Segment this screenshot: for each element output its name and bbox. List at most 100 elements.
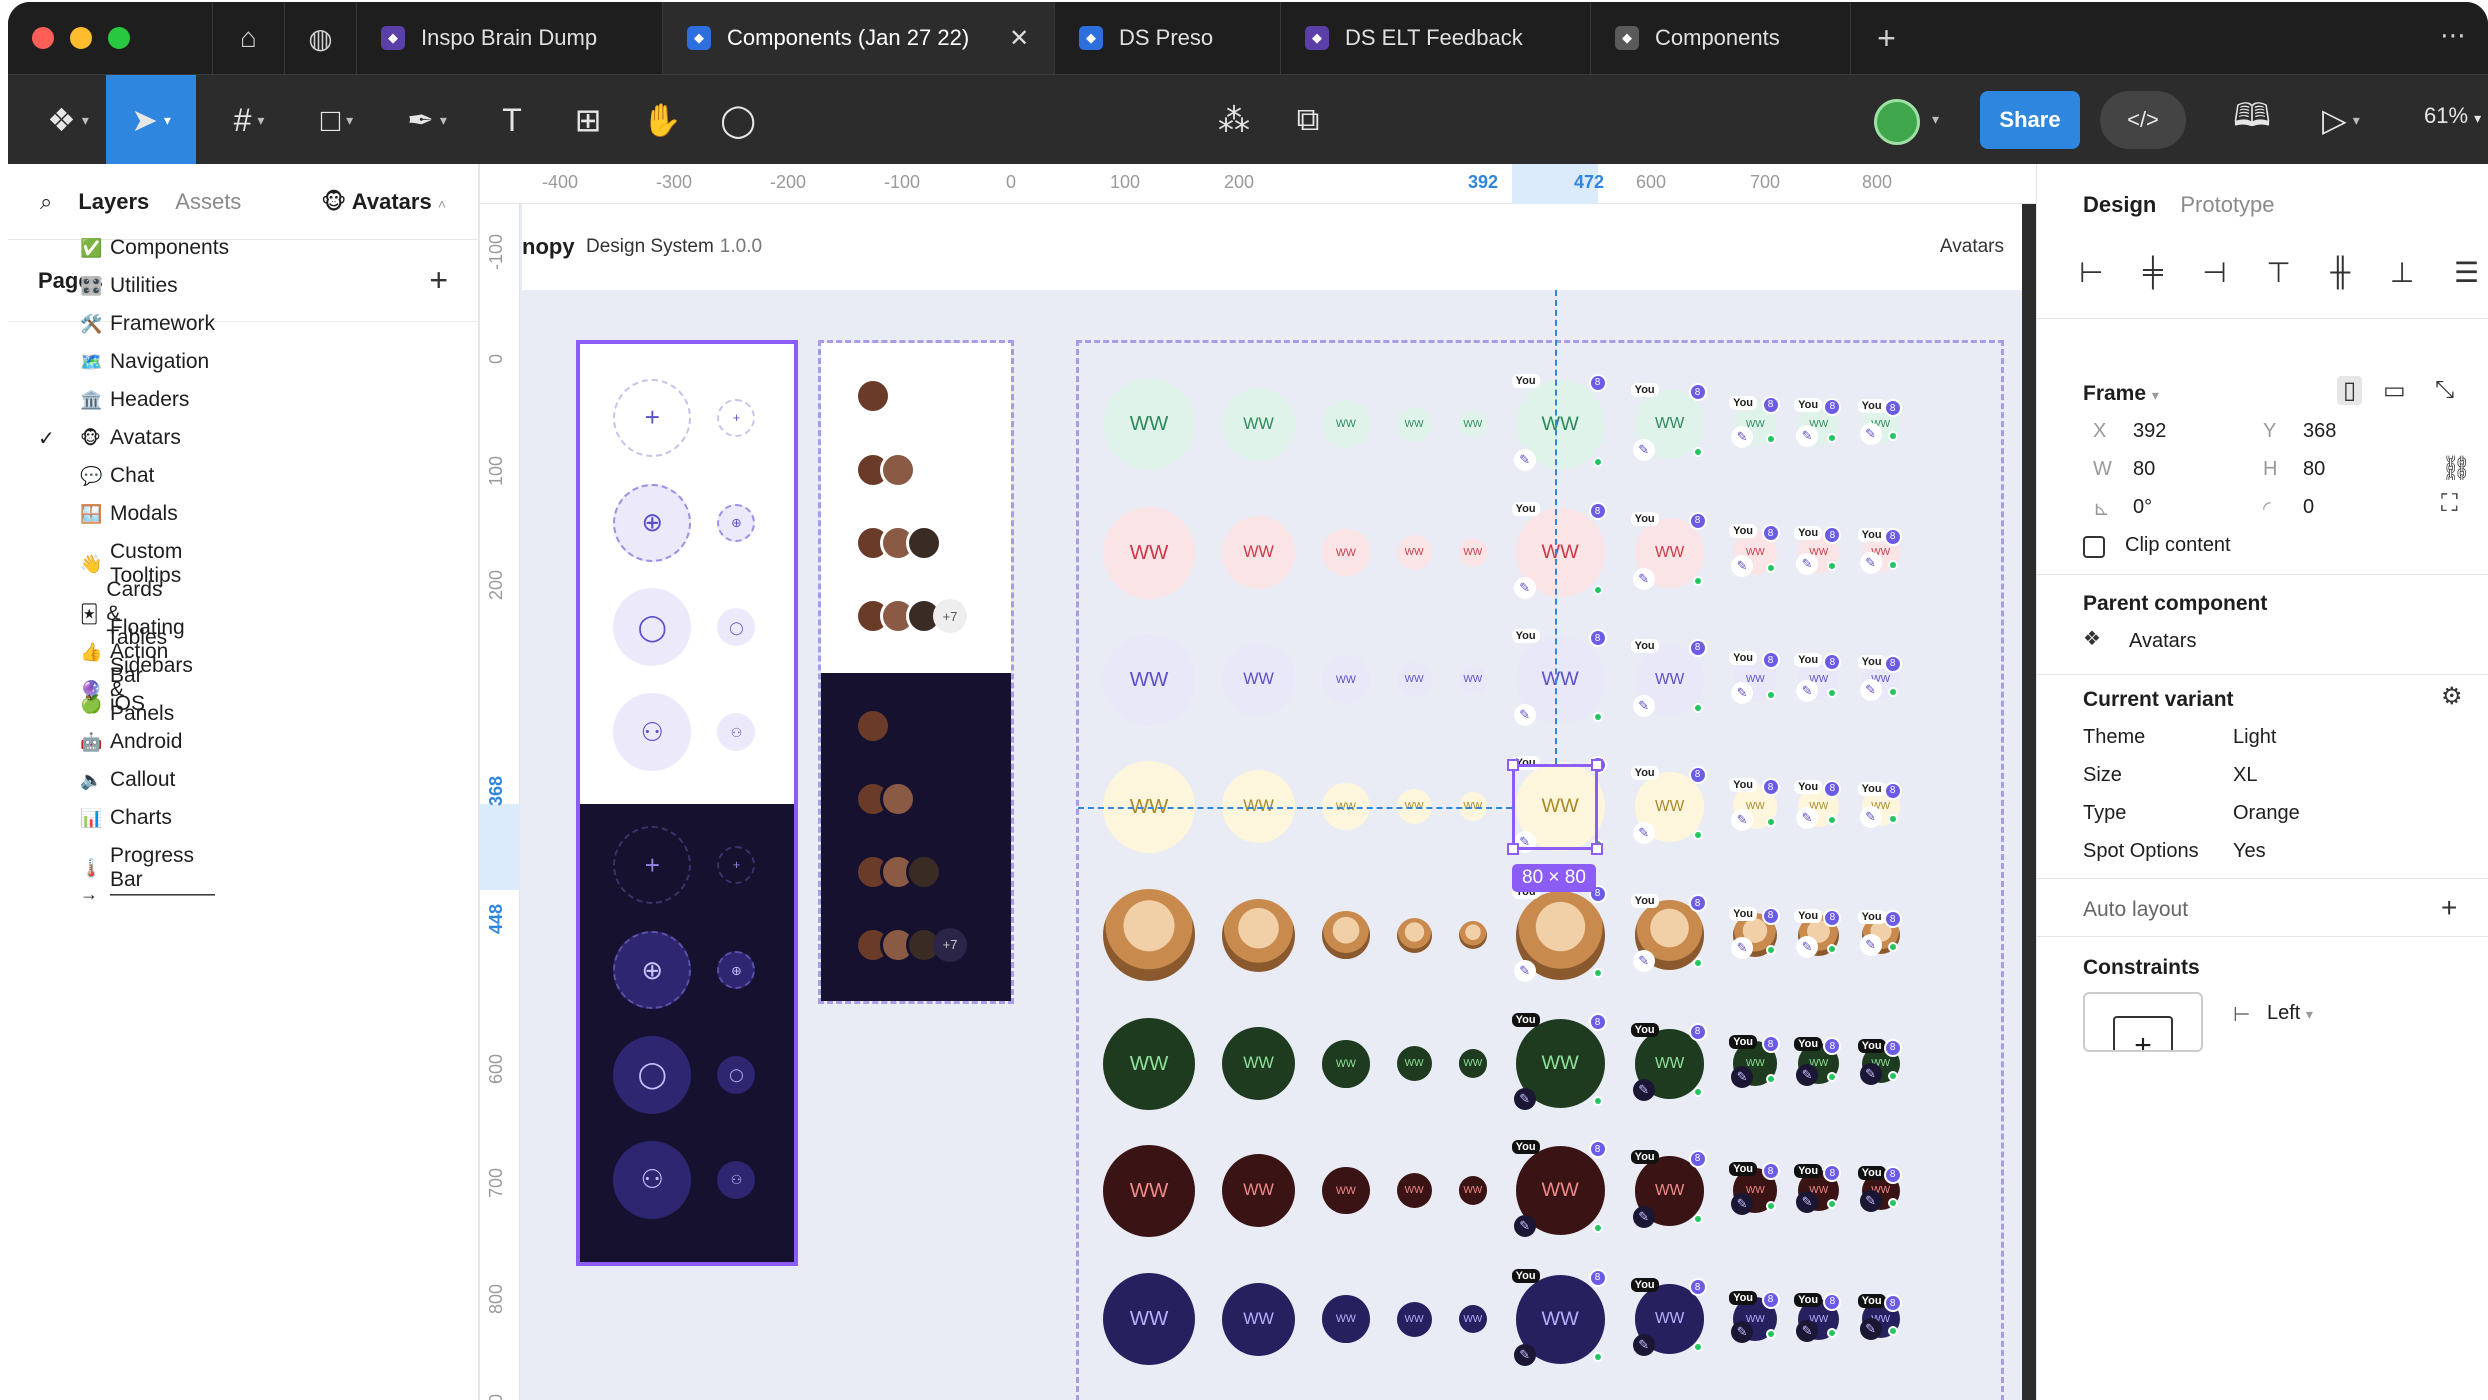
present-button[interactable]: ▷ ▾ [2306, 75, 2376, 165]
avatar[interactable]: WW [1222, 516, 1296, 590]
avatar-placeholder[interactable]: ◯ [717, 1055, 756, 1094]
page-item[interactable]: 🪟 Modals [80, 502, 178, 526]
page-item[interactable]: 🏛️ Headers [80, 388, 189, 412]
close-window-button[interactable] [32, 27, 54, 49]
rotation-input[interactable]: 0° [2133, 496, 2152, 519]
edit-pencil-icon[interactable]: ✎ [1513, 1088, 1536, 1111]
y-input[interactable]: 368 [2303, 420, 2336, 443]
edit-pencil-icon[interactable]: ✎ [1859, 934, 1882, 957]
page-item[interactable]: ✅ Components [80, 236, 229, 260]
edit-pencil-icon[interactable]: ✎ [1859, 678, 1882, 701]
edit-pencil-icon[interactable]: ✎ [1513, 577, 1536, 600]
avatar-add-frame[interactable] [576, 340, 798, 1266]
avatar-placeholder[interactable]: ⚇ [717, 1160, 756, 1199]
edit-pencil-icon[interactable]: ✎ [1632, 1078, 1655, 1101]
edit-pencil-icon[interactable]: ✎ [1513, 448, 1536, 471]
tab-inspo-brain-dump[interactable]: ◆ Inspo Brain Dump [356, 2, 662, 74]
move-tool-button[interactable]: ➤ ▾ [106, 75, 196, 165]
canvas[interactable]: -400 -300 -200 -100 0 100 200 392 472 60… [480, 164, 2036, 1400]
edit-pencil-icon[interactable]: ✎ [1859, 423, 1882, 446]
avatar-placeholder[interactable]: ⚇ [613, 1140, 692, 1219]
parent-component-link[interactable]: Avatars [2129, 630, 2196, 653]
height-input[interactable]: 80 [2303, 458, 2325, 481]
minimize-window-button[interactable] [70, 27, 92, 49]
zoom-level[interactable]: 61% ▾ [2424, 103, 2481, 129]
edit-pencil-icon[interactable]: ✎ [1859, 1318, 1882, 1341]
avatar[interactable]: WW [1103, 1144, 1196, 1237]
edit-pencil-icon[interactable]: ✎ [1731, 1192, 1754, 1215]
tab-design[interactable]: Design [2083, 192, 2156, 218]
variant-settings-icon[interactable]: ⚙ [2441, 682, 2463, 711]
avatar[interactable]: WW [1222, 387, 1296, 461]
home-icon[interactable]: ⌂ [212, 2, 284, 74]
close-tab-icon[interactable]: ✕ [1009, 24, 1029, 53]
hand-tool-button[interactable]: ✋ [632, 75, 692, 165]
avatar[interactable]: WW [1222, 1027, 1296, 1101]
page-item[interactable]: 🐵 Avatars [80, 426, 181, 450]
pen-tool-button[interactable]: ✒ ▾ [392, 75, 462, 165]
tab-ds-elt-feedback[interactable]: ◆ DS ELT Feedback [1280, 2, 1590, 74]
align-center-horizontal-icon[interactable]: ╪ [2143, 256, 2163, 289]
avatar[interactable]: WW [1396, 406, 1432, 442]
resources-button[interactable]: ⊞ [558, 75, 618, 165]
add-avatar-button[interactable]: + [717, 398, 756, 437]
tab-prototype[interactable]: Prototype [2180, 192, 2274, 218]
avatar[interactable]: WW [1458, 665, 1488, 694]
avatar[interactable]: WW [1322, 1039, 1370, 1088]
edit-pencil-icon[interactable]: ✎ [1859, 1189, 1882, 1212]
tab-components[interactable]: ◆ Components [1590, 2, 1850, 74]
edit-pencil-icon[interactable]: ✎ [1513, 1215, 1536, 1238]
horizontal-constraint-select[interactable]: Left ▾ [2267, 1002, 2313, 1025]
avatar[interactable]: WW [1322, 1295, 1370, 1343]
community-globe-icon[interactable]: ◍ [284, 2, 356, 74]
edit-pencil-icon[interactable]: ✎ [1796, 424, 1819, 447]
frame-section-title[interactable]: Frame ▾ [2083, 382, 2159, 406]
edit-pencil-icon[interactable]: ✎ [1859, 1062, 1882, 1085]
align-top-icon[interactable]: ⊤ [2266, 256, 2290, 289]
align-center-vertical-icon[interactable]: ╫ [2330, 256, 2350, 289]
avatar[interactable]: WW [1322, 655, 1370, 704]
library-button[interactable]: 🕮 [2222, 75, 2282, 165]
resize-to-fit-icon[interactable]: ⤡ [2435, 376, 2454, 404]
edit-pencil-icon[interactable]: ✎ [1731, 554, 1754, 577]
edit-pencil-icon[interactable]: ✎ [1632, 439, 1655, 462]
avatar-stack-frame[interactable] [818, 340, 1014, 1004]
avatar[interactable]: WW [1458, 1176, 1488, 1205]
avatar[interactable]: WW [1222, 1282, 1296, 1356]
edit-pencil-icon[interactable]: ✎ [1796, 935, 1819, 958]
page-item[interactable]: 📊 Charts [80, 806, 172, 830]
current-page-selector[interactable]: 🐵 Avatars ˄ [321, 189, 446, 215]
avatar[interactable] [1222, 898, 1296, 972]
independent-corners-icon[interactable]: ⛶ [2441, 490, 2458, 518]
edit-pencil-icon[interactable]: ✎ [1632, 950, 1655, 973]
align-left-icon[interactable]: ⊢ [2079, 256, 2103, 289]
avatar[interactable]: WW [1103, 1273, 1196, 1366]
page-item[interactable]: 🍏 iOS [80, 692, 145, 716]
avatar[interactable] [1874, 99, 1920, 145]
add-page-button[interactable]: + [429, 262, 448, 299]
resize-handle[interactable] [1507, 759, 1519, 771]
page-item[interactable]: 🤖 Android [80, 730, 182, 754]
page-item[interactable]: 💬 Chat [80, 464, 154, 488]
avatar[interactable]: WW [1396, 1046, 1432, 1082]
avatar[interactable]: WW [1103, 378, 1196, 471]
constraint-widget[interactable]: + [2083, 992, 2203, 1052]
x-input[interactable]: 392 [2133, 420, 2166, 443]
avatar-placeholder[interactable]: ⊕ [613, 931, 692, 1010]
edit-pencil-icon[interactable]: ✎ [1513, 704, 1536, 727]
edit-pencil-icon[interactable]: ✎ [1632, 694, 1655, 717]
constrain-proportions-icon[interactable]: ⛓ [2441, 454, 2471, 483]
edit-pencil-icon[interactable]: ✎ [1796, 1319, 1819, 1342]
component-button[interactable]: ⁂ [1204, 75, 1264, 165]
corner-radius-input[interactable]: 0 [2303, 496, 2314, 519]
edit-pencil-icon[interactable]: ✎ [1731, 681, 1754, 704]
tab-ds-preso[interactable]: ◆ DS Preso [1054, 2, 1280, 74]
tab-assets[interactable]: Assets [175, 189, 241, 215]
edit-pencil-icon[interactable]: ✎ [1632, 821, 1655, 844]
maximize-window-button[interactable] [108, 27, 130, 49]
landscape-icon[interactable]: ▭ [2383, 376, 2406, 405]
edit-pencil-icon[interactable]: ✎ [1513, 1343, 1536, 1366]
resize-handle[interactable] [1507, 843, 1519, 855]
mask-button[interactable]: ⧉ [1278, 75, 1338, 165]
avatar[interactable]: WW [1322, 1166, 1370, 1215]
